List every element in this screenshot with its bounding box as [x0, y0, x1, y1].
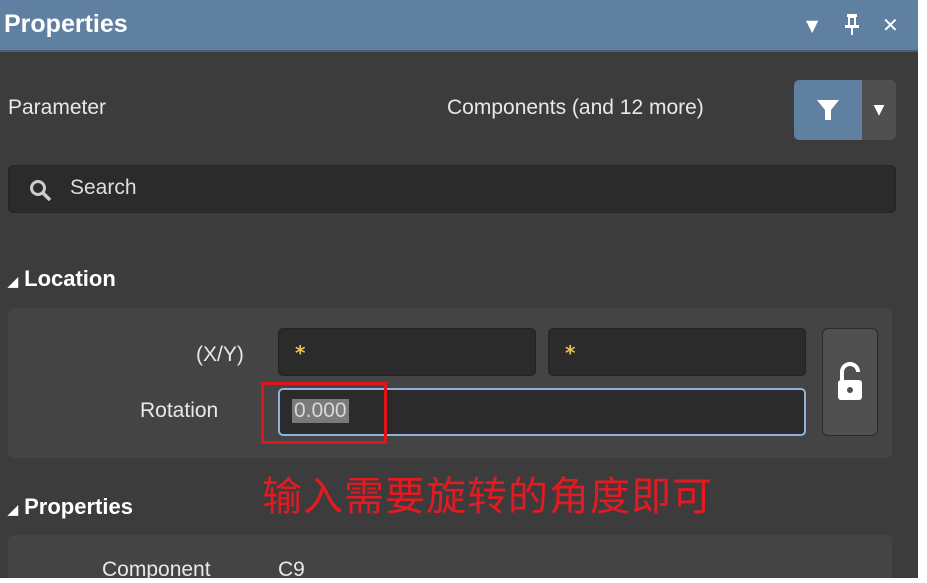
x-input[interactable]: * [278, 328, 536, 376]
component-label: Component [102, 558, 211, 578]
search-icon [30, 180, 52, 202]
pin-icon[interactable] [843, 12, 861, 41]
xy-label: (X/Y) [196, 343, 244, 366]
section-location-title: Location [24, 266, 116, 291]
collapse-icon: ◢ [8, 274, 18, 289]
title-bar: Properties ▼ ✕ [0, 0, 918, 52]
close-icon[interactable]: ✕ [882, 13, 899, 37]
section-location-header[interactable]: ◢ Location [8, 266, 116, 292]
collapse-icon: ◢ [8, 502, 18, 517]
filter-summary[interactable]: Components (and 12 more) [447, 96, 704, 120]
parameter-label: Parameter [8, 96, 107, 119]
lock-button[interactable] [822, 328, 878, 436]
y-value: * [565, 341, 576, 365]
filter-button[interactable] [794, 80, 862, 140]
menu-dropdown-icon[interactable]: ▼ [806, 16, 818, 35]
unlock-icon [838, 362, 862, 400]
highlight-box [261, 382, 387, 444]
filter-dropdown-button[interactable]: ▼ [862, 80, 896, 140]
x-value: * [295, 341, 306, 365]
component-value[interactable]: C9 [278, 558, 305, 578]
annotation-text: 输入需要旋转的角度即可 [262, 474, 713, 520]
properties-panel: Properties ▼ ✕ Parameter Components (and… [0, 0, 918, 578]
search-placeholder: Search [70, 176, 137, 199]
search-input[interactable]: Search [8, 165, 896, 213]
section-properties-title: Properties [24, 494, 133, 519]
section-properties-header[interactable]: ◢ Properties [8, 494, 133, 520]
rotation-label: Rotation [140, 399, 219, 422]
y-input[interactable]: * [548, 328, 806, 376]
panel-title: Properties [4, 10, 128, 38]
filter-icon [817, 100, 839, 120]
